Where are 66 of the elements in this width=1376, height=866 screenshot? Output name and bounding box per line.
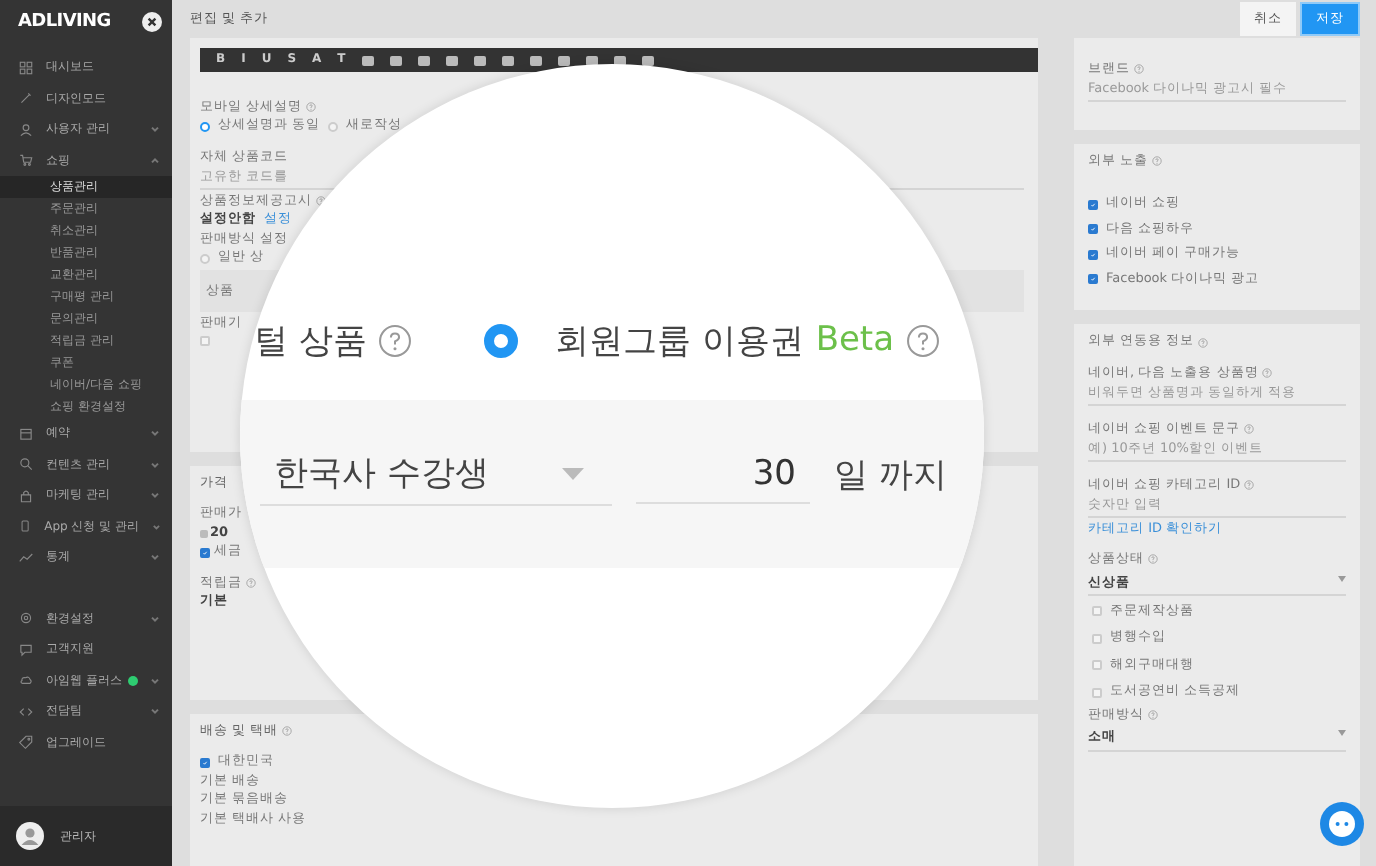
- calendar-icon: [18, 425, 34, 442]
- person-icon: [18, 121, 34, 138]
- caret-icon: [1338, 730, 1346, 737]
- grid-icon: [18, 59, 34, 76]
- caret-icon: [1338, 575, 1346, 581]
- help-icon: [906, 323, 941, 357]
- bag-icon: [18, 487, 34, 504]
- help-icon: [1148, 710, 1158, 721]
- group-select[interactable]: 한국사 수강생: [260, 450, 612, 506]
- days-suffix: 일 까지: [834, 453, 947, 499]
- help-icon: [1262, 367, 1273, 378]
- help-icon: [378, 323, 413, 357]
- help-icon: [1198, 337, 1209, 348]
- help-icon: [1244, 423, 1255, 434]
- checkbox[interactable]: [1092, 606, 1102, 617]
- beta-label: Beta: [815, 320, 895, 360]
- pen-icon: [18, 90, 34, 107]
- help-icon: [246, 578, 256, 589]
- cart-icon: [18, 152, 34, 169]
- caret-icon: [562, 467, 584, 479]
- toolbar-icon[interactable]: [613, 55, 626, 65]
- toolbar-icon[interactable]: [557, 55, 570, 65]
- help-icon: [1152, 156, 1163, 167]
- checkbox[interactable]: [200, 547, 210, 558]
- chat-button[interactable]: [1320, 802, 1364, 846]
- chat-icon: [18, 641, 34, 658]
- toolbar-icon[interactable]: [389, 55, 402, 65]
- code-icon: [18, 703, 34, 720]
- checkbox[interactable]: [1092, 660, 1102, 671]
- phone-icon: [18, 518, 33, 535]
- radio-button[interactable]: [484, 323, 519, 357]
- radio-button[interactable]: [200, 121, 210, 132]
- toolbar-icon[interactable]: [473, 55, 486, 65]
- toolbar-icon[interactable]: [529, 55, 542, 65]
- tag-icon: [18, 734, 34, 751]
- help-icon: [306, 102, 317, 113]
- toolbar-icon[interactable]: [445, 55, 458, 65]
- checkbox[interactable]: [1092, 687, 1102, 698]
- days-field[interactable]: 30: [636, 453, 810, 503]
- close-icon[interactable]: [142, 12, 162, 32]
- help-icon: [1134, 64, 1144, 75]
- search-icon: [18, 456, 34, 473]
- gear-icon: [18, 610, 34, 627]
- toolbar-icon[interactable]: [361, 55, 374, 65]
- chart-line-icon: [18, 549, 34, 566]
- help-icon: [1244, 479, 1255, 490]
- checkbox[interactable]: [1092, 633, 1102, 644]
- cloud-icon: [18, 672, 34, 689]
- checkbox[interactable]: [200, 335, 210, 346]
- option-label: 털 상품: [254, 319, 367, 363]
- toolbar-icon[interactable]: [417, 55, 430, 65]
- checkbox[interactable]: [200, 757, 210, 768]
- toolbar-icon[interactable]: [641, 55, 654, 65]
- help-icon: [1148, 554, 1158, 565]
- checkbox[interactable]: [1088, 224, 1098, 235]
- help-icon: [282, 726, 293, 737]
- option-label: 회원그룹 이용권: [554, 319, 804, 363]
- toolbar-icon[interactable]: [585, 55, 598, 65]
- checkbox[interactable]: [1088, 274, 1098, 285]
- checkbox[interactable]: [1088, 249, 1098, 260]
- radio-button[interactable]: [328, 121, 339, 132]
- radio-button[interactable]: [200, 253, 210, 264]
- checkbox[interactable]: [1088, 199, 1098, 210]
- toolbar-icon[interactable]: [501, 55, 514, 65]
- brand-name: ADLIVING: [18, 12, 111, 32]
- avatar-icon: [16, 822, 44, 850]
